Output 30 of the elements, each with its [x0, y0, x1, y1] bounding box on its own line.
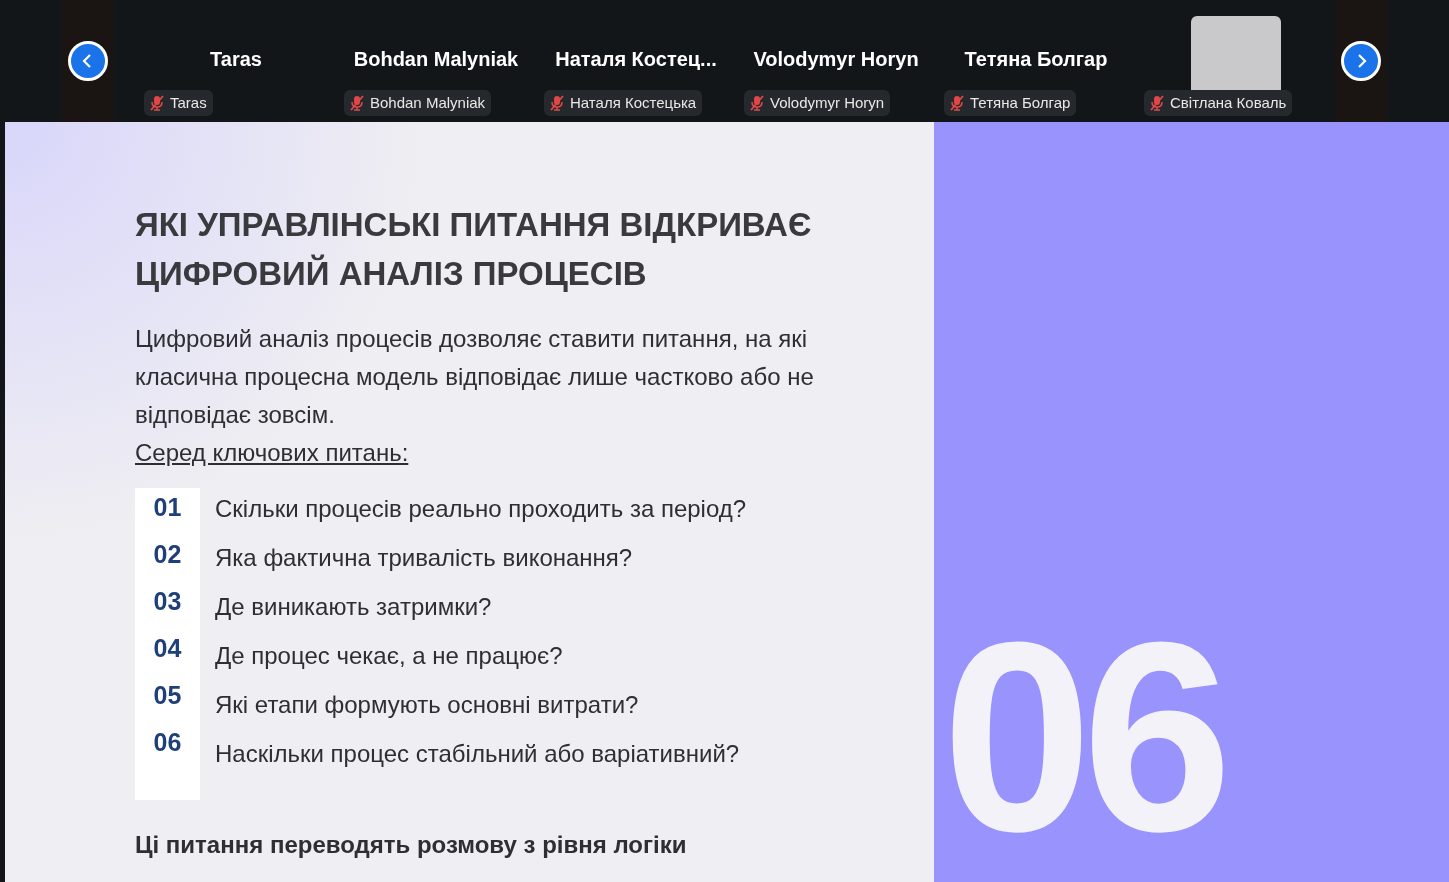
question-text: Де процес чекає, а не працює?: [215, 641, 564, 671]
participant-name: Bohdan Malyniak: [353, 47, 519, 72]
question-text: Які етапи формують основні витрати?: [215, 690, 640, 720]
next-button[interactable]: [1341, 41, 1381, 81]
question-number: 05: [153, 680, 182, 711]
question-text: Наскільки процес стабільний або варіативний?: [215, 739, 741, 769]
question-number: 02: [153, 539, 182, 570]
slide-number: 06: [942, 622, 1223, 852]
intro-paragraph: Цифровий аналіз процесів дозволяє ставити питання, на які класична процесна модель відповідає лише частково або не відповідає зовсім.: [135, 324, 815, 430]
participant-label: Volodymyr Horyn: [744, 90, 891, 116]
participant-name: Taras: [210, 47, 262, 72]
subheading: Серед ключових питань:: [135, 438, 409, 468]
participant-name: Volodymyr Horyn: [753, 47, 919, 72]
question-number: 03: [153, 586, 182, 617]
question-number: 01: [153, 492, 182, 523]
question-number: 06: [153, 727, 182, 758]
participant-name: Наталя Костец...: [555, 47, 717, 72]
question-text: Скільки процесів реально проходить за період?: [215, 494, 747, 524]
conclusion-text: Ці питання переводять розмову з рівня логіки: [135, 830, 688, 860]
question-text: Де виникають затримки?: [215, 592, 493, 622]
participant-label: Bohdan Malyniak: [344, 90, 492, 116]
slide-title: ЯКІ УПРАВЛІНСЬКІ ПИТАННЯ ВІДКРИВАЄ ЦИФРОВИЙ АНАЛІЗ ПРОЦЕСІВ: [135, 205, 813, 294]
question-text: Яка фактична тривалість виконання?: [215, 543, 634, 573]
question-number: 04: [153, 633, 182, 664]
participant-label: Світлана Коваль: [1144, 90, 1293, 116]
previous-button[interactable]: [68, 41, 108, 81]
participant-label: Taras: [144, 90, 213, 116]
participant-label: Тетяна Болгар: [944, 90, 1077, 116]
participant-label: Наталя Костецька: [544, 90, 703, 116]
participant-name: Тетяна Болгар: [964, 47, 1108, 72]
